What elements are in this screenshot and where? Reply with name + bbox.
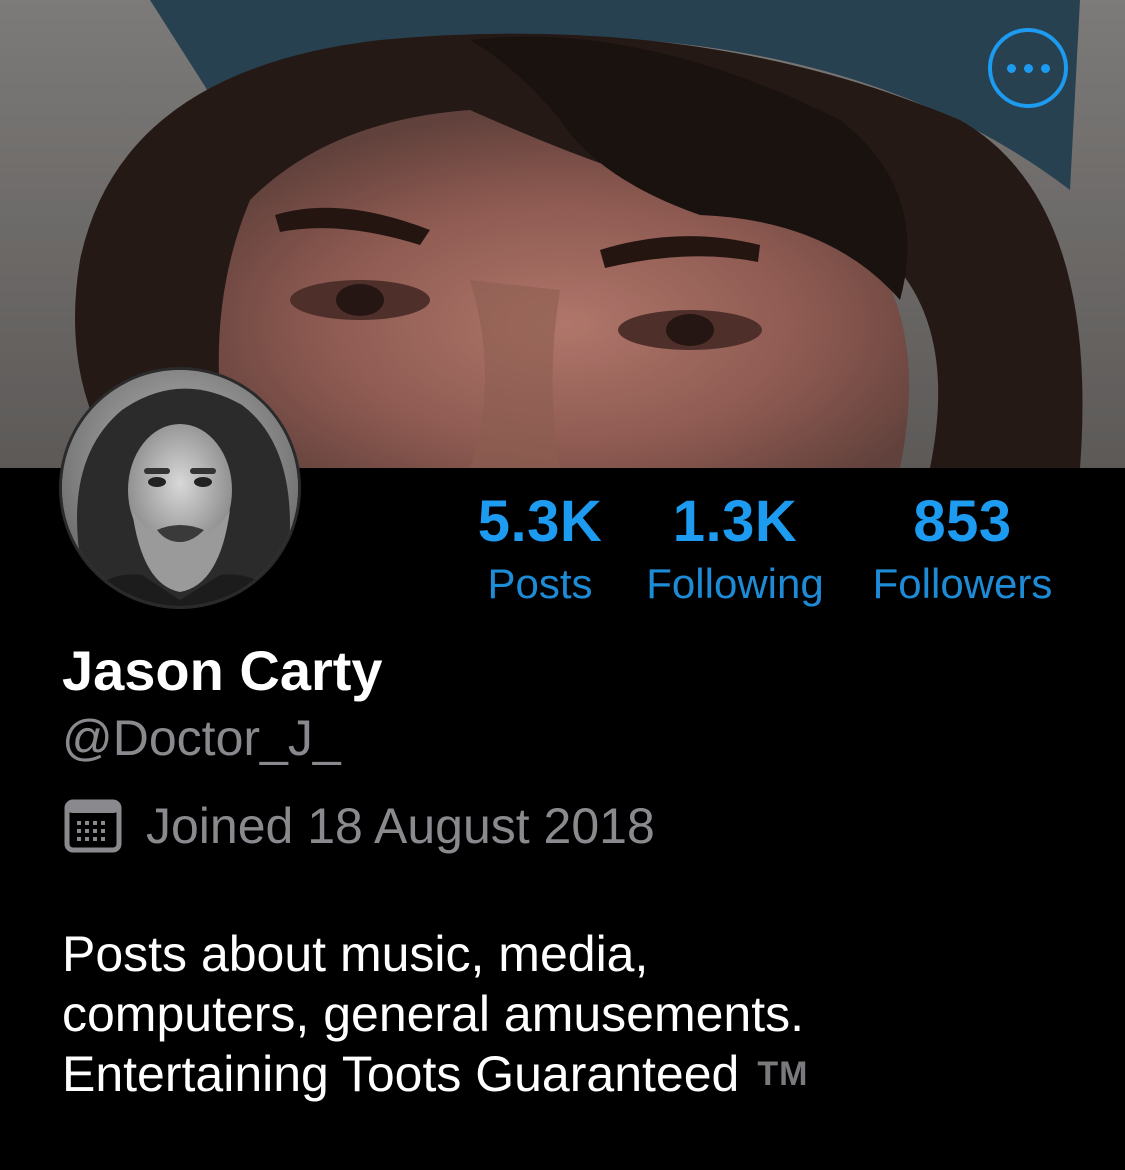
bio-line: computers, general amusements.	[62, 986, 805, 1042]
profile-bio: Posts about music, media, computers, gen…	[62, 924, 1082, 1104]
more-dot	[1006, 63, 1016, 73]
trademark-symbol: TM	[757, 1055, 809, 1093]
bio-line: Entertaining Toots Guaranteed TM	[62, 1044, 1082, 1104]
stat-value: 1.3K	[672, 489, 798, 554]
more-options-button[interactable]	[988, 28, 1068, 108]
account-handle: @Doctor_J_	[62, 710, 341, 766]
display-name: Jason Carty	[62, 639, 383, 702]
stat-value: 853	[913, 489, 1012, 554]
stat-label: Following	[646, 560, 824, 607]
stat-label: Posts	[487, 560, 593, 607]
bio-line: Posts about music, media,	[62, 926, 649, 982]
avatar-photo	[62, 370, 298, 606]
stat-posts[interactable]: 5.3K Posts	[470, 492, 610, 608]
calendar-icon	[64, 799, 122, 853]
profile-page: 5.3K Posts 1.3K Following 853 Followers …	[0, 0, 1125, 1170]
bio-line-text: Entertaining Toots Guaranteed	[62, 1046, 740, 1102]
joined-date: Joined 18 August 2018	[64, 796, 655, 856]
joined-text: Joined 18 August 2018	[146, 798, 655, 854]
stat-following[interactable]: 1.3K Following	[630, 492, 840, 608]
stat-value: 5.3K	[477, 489, 603, 554]
stat-label: Followers	[872, 560, 1053, 607]
stat-followers[interactable]: 853 Followers	[855, 492, 1070, 608]
more-dot	[1023, 63, 1033, 73]
more-dot	[1040, 63, 1050, 73]
avatar[interactable]	[59, 367, 301, 609]
